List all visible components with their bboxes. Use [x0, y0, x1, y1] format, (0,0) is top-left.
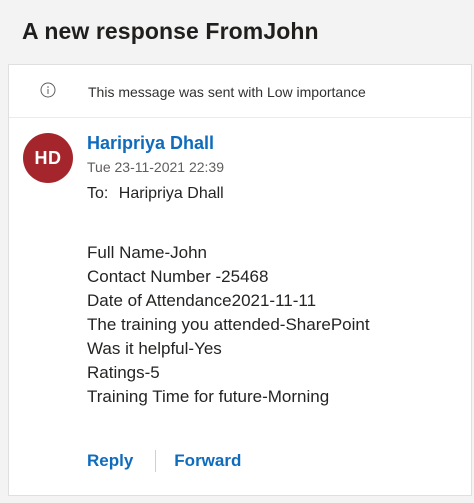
message-actions: Reply Forward — [87, 450, 241, 472]
importance-text: This message was sent with Low importanc… — [88, 84, 366, 100]
avatar[interactable]: HD — [23, 133, 73, 183]
message-body: Full Name-John Contact Number -25468 Dat… — [87, 241, 370, 409]
body-line: Contact Number -25468 — [87, 267, 269, 286]
to-label: To: — [87, 185, 109, 202]
importance-info-bar: This message was sent with Low importanc… — [9, 65, 471, 118]
forward-button[interactable]: Forward — [174, 451, 241, 471]
action-divider — [155, 450, 157, 472]
body-line: Was it helpful-Yes — [87, 339, 222, 358]
body-line: Training Time for future-Morning — [87, 387, 330, 406]
body-line: Date of Attendance2021-11-11 — [87, 291, 317, 310]
avatar-initials: HD — [34, 147, 62, 168]
info-icon — [40, 82, 56, 98]
message-card: This message was sent with Low importanc… — [8, 64, 472, 496]
body-line: The training you attended-SharePoint — [87, 315, 370, 334]
to-line: To: Haripriya Dhall — [87, 185, 224, 203]
body-line: Ratings-5 — [87, 363, 160, 382]
sender-name[interactable]: Haripriya Dhall — [87, 133, 214, 154]
sent-datetime: Tue 23-11-2021 22:39 — [87, 159, 224, 175]
email-subject: A new response FromJohn — [22, 18, 319, 44]
reply-button[interactable]: Reply — [87, 451, 133, 471]
body-line: Full Name-John — [87, 243, 207, 262]
to-recipient[interactable]: Haripriya Dhall — [119, 185, 224, 202]
